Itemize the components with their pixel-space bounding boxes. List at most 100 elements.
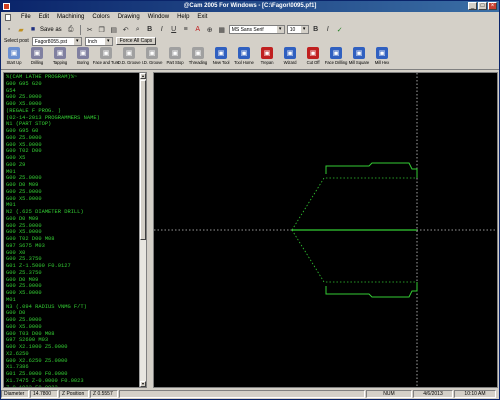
toolbar-button-face-turn[interactable]: ▣ Face and Turn <box>92 46 120 69</box>
toolbar-button-face-drilling[interactable]: ▣ Face Drilling <box>325 46 347 69</box>
italic-icon[interactable]: I <box>157 25 167 35</box>
code-line: (REGALE F PROG. ) <box>6 107 61 114</box>
threading-icon: ▣ <box>192 47 204 59</box>
menu-file[interactable]: File <box>21 12 31 23</box>
toolbar-button-mill-square[interactable]: ▣ Mill Square <box>348 46 370 69</box>
chevron-down-icon[interactable]: ▾ <box>300 26 308 33</box>
menu-drawing[interactable]: Drawing <box>118 12 140 23</box>
italic-toggle-icon[interactable]: I <box>323 25 333 35</box>
toolbar-button-id-groove[interactable]: ▣ I.D. Groove <box>141 46 163 69</box>
toolbar-button-threading[interactable]: ▣ Threading <box>187 46 209 69</box>
underline-icon[interactable]: U <box>169 25 179 35</box>
rapid-approach-lower <box>291 229 417 283</box>
save-icon[interactable]: ■ <box>28 25 38 35</box>
toolpath-canvas[interactable] <box>153 72 498 388</box>
code-scrollbar[interactable]: ▴ ▾ <box>139 73 146 387</box>
post-select[interactable]: Fagor8055.pst ▾ <box>31 36 82 46</box>
paste-icon[interactable]: ▤ <box>109 25 119 35</box>
post-toolbar: Select post Fagor8055.pst ▾ Inch ▾ Force… <box>1 36 499 46</box>
chevron-down-icon[interactable]: ▾ <box>104 37 112 45</box>
copy-icon[interactable]: ❐ <box>97 25 107 35</box>
code-line: G00 Z5.3750 <box>6 256 42 263</box>
code-line: X1.7475 Z-0.0000 F0.0023 <box>6 377 84 384</box>
open-folder-icon[interactable]: ▰ <box>16 25 26 35</box>
print-icon[interactable]: ⎙ <box>66 25 76 35</box>
bold-toggle-icon[interactable]: B <box>311 25 321 35</box>
document-icon[interactable] <box>5 14 11 21</box>
menu-colors[interactable]: Colors <box>92 12 109 23</box>
face-drilling-icon: ▣ <box>330 47 342 59</box>
save-as-label[interactable]: Save as <box>40 27 62 33</box>
code-line: G00 X2.6250 Z5.0000 <box>6 357 68 364</box>
z-position-value: Z 0.5557 <box>90 390 118 398</box>
toolbar-button-trepan[interactable]: ▣ Trepan <box>256 46 278 69</box>
cut-icon[interactable]: ✂ <box>85 25 95 35</box>
menu-machining[interactable]: Machining <box>57 12 84 23</box>
toolbar-button-label: Start Up <box>6 60 22 65</box>
toolbar-button-label: Cut Off <box>306 60 320 65</box>
color-icon[interactable]: A <box>193 25 203 35</box>
find-icon[interactable]: ⌕ <box>133 25 143 35</box>
toolbar-button-tool-home[interactable]: ▣ Tool Home <box>233 46 255 69</box>
menu-edit[interactable]: Edit <box>39 12 49 23</box>
code-line: G00 G95 G0 <box>6 128 39 134</box>
units-select[interactable]: Inch ▾ <box>84 36 113 46</box>
toolbar-button-cut-off[interactable]: ▣ Cut Off <box>302 46 324 69</box>
toolbar-button-od-groove[interactable]: ▣ O.D. Groove <box>117 46 141 69</box>
toolbar-button-wizard[interactable]: ▣ Wizard <box>279 46 301 69</box>
nc-code-text[interactable]: %(CAM LATHE PROGRAM)%~ G00 G95 G20 G54 G00 … <box>6 74 138 387</box>
minimize-button[interactable]: _ <box>468 2 477 10</box>
force-caps-button[interactable]: Force All Caps <box>115 37 157 45</box>
start-up-icon: ▣ <box>8 47 20 59</box>
new-tool-icon: ▣ <box>215 47 227 59</box>
font-select[interactable]: MS Sans Serif ▾ <box>228 25 285 34</box>
menu-help[interactable]: Help <box>177 12 189 23</box>
toolbar-button-new-tool[interactable]: ▣ New Tool <box>210 46 232 69</box>
chevron-down-icon[interactable]: ▾ <box>73 37 81 45</box>
diameter-value: 14.7800 <box>30 390 58 398</box>
code-line: M01 <box>6 296 16 303</box>
menu-window[interactable]: Window <box>148 12 169 23</box>
profile-lower <box>325 286 418 298</box>
toolbar-button-part-stop[interactable]: ▣ Part Stop <box>164 46 186 69</box>
code-line: G54 <box>6 87 16 94</box>
toolbar-button-tap[interactable]: ▣ Tapping <box>49 46 71 69</box>
window-controls: _ □ × <box>468 2 497 10</box>
maximize-button[interactable]: □ <box>478 2 487 10</box>
scroll-up-button[interactable]: ▴ <box>140 73 146 79</box>
align-icon[interactable]: ≡ <box>181 25 191 35</box>
scroll-down-button[interactable]: ▾ <box>140 381 146 387</box>
title-bar[interactable]: @Cam 2005 For Windows - [C:\Fagor\0095.p… <box>1 1 499 12</box>
menu-bar: File Edit Machining Colors Drawing Windo… <box>1 12 499 23</box>
zoom-icon[interactable]: ⊕ <box>205 25 215 35</box>
diameter-label: Diameter <box>1 390 29 398</box>
toolbar-button-label: Face and Turn <box>92 60 120 65</box>
code-line: G00 Z5.3750 <box>6 269 42 276</box>
scroll-thumb[interactable] <box>140 80 146 240</box>
chevron-down-icon[interactable]: ▾ <box>276 26 284 33</box>
standard-toolbar: ▫ ▰ ■ Save as ⎙ ✂ ❐ ▤ ↶ ⌕ B I U ≡ A ⊕ ▦ … <box>1 23 499 36</box>
od-groove-icon: ▣ <box>123 47 135 59</box>
font-size-select[interactable]: 10 ▾ <box>286 25 309 34</box>
toolbar-button-boring[interactable]: ▣ Boring <box>72 46 94 69</box>
num-lock-indicator: NUM <box>366 390 412 398</box>
bold-icon[interactable]: B <box>145 25 155 35</box>
grid-icon[interactable]: ▦ <box>217 25 227 35</box>
toolbar-button-drill[interactable]: ▣ Drilling <box>26 46 48 69</box>
face-turn-icon: ▣ <box>100 47 112 59</box>
menu-exit[interactable]: Exit <box>197 12 207 23</box>
check-icon[interactable]: ✓ <box>335 25 345 35</box>
tool-home-icon: ▣ <box>238 47 250 59</box>
toolbar-button-label: Tool Home <box>234 60 254 65</box>
font-select-value: MS Sans Serif <box>231 27 264 33</box>
new-file-icon[interactable]: ▫ <box>4 25 14 35</box>
nc-code-editor[interactable]: %(CAM LATHE PROGRAM)%~ G00 G95 G20 G54 G00 … <box>3 72 147 388</box>
cut-off-icon: ▣ <box>307 47 319 59</box>
code-line: G00 Z9 <box>6 161 26 168</box>
close-button[interactable]: × <box>488 2 497 10</box>
window-title: @Cam 2005 For Windows - [C:\Fagor\0095.p… <box>183 3 317 9</box>
toolbar-button-mill-hex[interactable]: ▣ Mill Hex <box>371 46 393 69</box>
undo-icon[interactable]: ↶ <box>121 25 131 35</box>
toolbar-button-start-up[interactable]: ▣ Start Up <box>3 46 25 69</box>
code-line: X1.7386 <box>6 364 29 371</box>
